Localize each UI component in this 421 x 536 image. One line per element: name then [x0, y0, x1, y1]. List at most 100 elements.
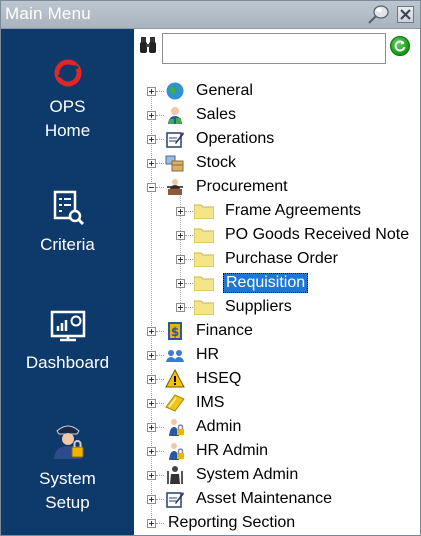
hr-icon	[165, 345, 185, 365]
sidebar-item-dashboard[interactable]: Dashboard	[1, 309, 134, 375]
finance-icon: $	[165, 321, 185, 341]
operations-icon	[165, 129, 185, 149]
tree-node-operations[interactable]: Operations	[134, 127, 420, 151]
tree-node-frame-agreements[interactable]: Frame Agreements	[134, 199, 420, 223]
tree-node-requisition[interactable]: Requisition	[134, 271, 420, 295]
sidebar-item-ops-home[interactable]: OPS Home	[1, 57, 134, 143]
tree-node-label: Operations	[196, 130, 275, 147]
expand-icon[interactable]	[147, 375, 156, 384]
expand-icon[interactable]	[147, 111, 156, 120]
tree-node-label: HR	[196, 346, 220, 363]
tree-connector-line	[156, 115, 164, 116]
folder-icon	[193, 227, 215, 244]
tree-connector-line	[185, 211, 193, 212]
expand-icon[interactable]	[147, 87, 156, 96]
folder-icon	[193, 275, 215, 292]
expand-icon[interactable]	[176, 207, 185, 216]
tree-node-label: Sales	[196, 106, 237, 123]
tree-node-label: PO Goods Received Note	[225, 226, 410, 243]
stock-icon	[165, 153, 185, 173]
folder-icon	[193, 299, 215, 316]
tree-node-hseq[interactable]: HSEQ	[134, 367, 420, 391]
go-button[interactable]	[390, 36, 410, 56]
expand-icon[interactable]	[176, 279, 185, 288]
dashboard-icon	[50, 310, 85, 342]
sidebar: OPS Home Criteria Dashboard System Setup	[1, 29, 134, 535]
tree-connector-line	[185, 235, 193, 236]
tree-node-label: HSEQ	[196, 370, 242, 387]
tree-node-label-selected: Requisition	[223, 273, 309, 293]
admin-icon	[165, 417, 185, 437]
tree-node-admin[interactable]: Admin	[134, 415, 420, 439]
tree-connector-line	[156, 139, 164, 140]
system-setup-icon	[53, 425, 83, 459]
sidebar-item-system-setup[interactable]: System Setup	[1, 419, 134, 515]
expand-icon[interactable]	[176, 231, 185, 240]
tree-node-label: Finance	[196, 322, 253, 339]
tree-connector-line	[156, 331, 164, 332]
expand-icon[interactable]	[176, 303, 185, 312]
search-input[interactable]	[162, 33, 386, 64]
close-button[interactable]	[397, 6, 414, 23]
tree-connector-line	[156, 355, 164, 356]
expand-icon[interactable]	[147, 519, 156, 528]
sidebar-item-label: OPS Home	[44, 97, 91, 140]
tree-node-asset-maintenance[interactable]: Asset Maintenance	[134, 487, 420, 511]
tree-node-purchase-order[interactable]: Purchase Order	[134, 247, 420, 271]
window-title: Main Menu	[5, 4, 91, 23]
tree-node-label: Purchase Order	[225, 250, 338, 267]
tree-node-label: Reporting Section	[168, 514, 296, 531]
ops-logo-icon	[54, 59, 81, 87]
tree-node-reporting-section[interactable]: Reporting Section	[134, 511, 420, 535]
refresh-icon	[394, 40, 406, 52]
expand-icon[interactable]	[147, 495, 156, 504]
system-admin-icon	[165, 465, 185, 485]
tree-node-sales[interactable]: Sales	[134, 103, 420, 127]
tree-node-label: Stock	[196, 154, 237, 171]
tree-node-stock[interactable]: Stock	[134, 151, 420, 175]
collapse-icon[interactable]	[147, 183, 156, 192]
expand-icon[interactable]	[147, 351, 156, 360]
expand-icon[interactable]	[147, 399, 156, 408]
tree-node-procurement[interactable]: Procurement	[134, 175, 420, 199]
tree-node-suppliers[interactable]: Suppliers	[134, 295, 420, 319]
tree-node-hr[interactable]: HR	[134, 343, 420, 367]
sidebar-item-label: Dashboard	[25, 353, 110, 372]
tree-connector-line	[156, 523, 164, 524]
tree-connector-line	[156, 403, 164, 404]
expand-icon[interactable]	[147, 423, 156, 432]
tree-node-label: Asset Maintenance	[196, 490, 333, 507]
pin-icon[interactable]	[366, 5, 390, 25]
tree-node-hr-admin[interactable]: HR Admin	[134, 439, 420, 463]
tree-node-label: Admin	[196, 418, 242, 435]
expand-icon[interactable]	[147, 159, 156, 168]
hr-admin-icon	[165, 441, 185, 461]
tree-connector-line	[156, 475, 164, 476]
tree-node-general[interactable]: General	[134, 79, 420, 103]
sidebar-item-label: Criteria	[40, 235, 95, 254]
expand-icon[interactable]	[147, 447, 156, 456]
binoculars-icon	[139, 36, 157, 59]
sales-icon	[165, 105, 185, 125]
expand-icon[interactable]	[147, 327, 156, 336]
title-bar: Main Menu	[1, 1, 420, 29]
sidebar-item-label: System Setup	[39, 469, 96, 512]
tree-node-label: Frame Agreements	[225, 202, 362, 219]
tree-node-finance[interactable]: $ Finance	[134, 319, 420, 343]
expand-icon[interactable]	[147, 471, 156, 480]
tree-node-label: Procurement	[196, 178, 288, 195]
criteria-icon	[53, 190, 84, 226]
expand-icon[interactable]	[176, 255, 185, 264]
sidebar-item-criteria[interactable]: Criteria	[1, 189, 134, 257]
folder-icon	[193, 251, 215, 268]
svg-text:$: $	[171, 325, 179, 339]
tree-node-label: IMS	[196, 394, 225, 411]
expand-icon[interactable]	[147, 135, 156, 144]
folder-icon	[193, 203, 215, 220]
tree-node-po-goods-received-note[interactable]: PO Goods Received Note	[134, 223, 420, 247]
tree-connector-line	[185, 307, 193, 308]
tree-node-ims[interactable]: IMS	[134, 391, 420, 415]
tree-connector-line	[156, 163, 164, 164]
tree-node-system-admin[interactable]: System Admin	[134, 463, 420, 487]
asset-maintenance-icon	[165, 489, 185, 509]
